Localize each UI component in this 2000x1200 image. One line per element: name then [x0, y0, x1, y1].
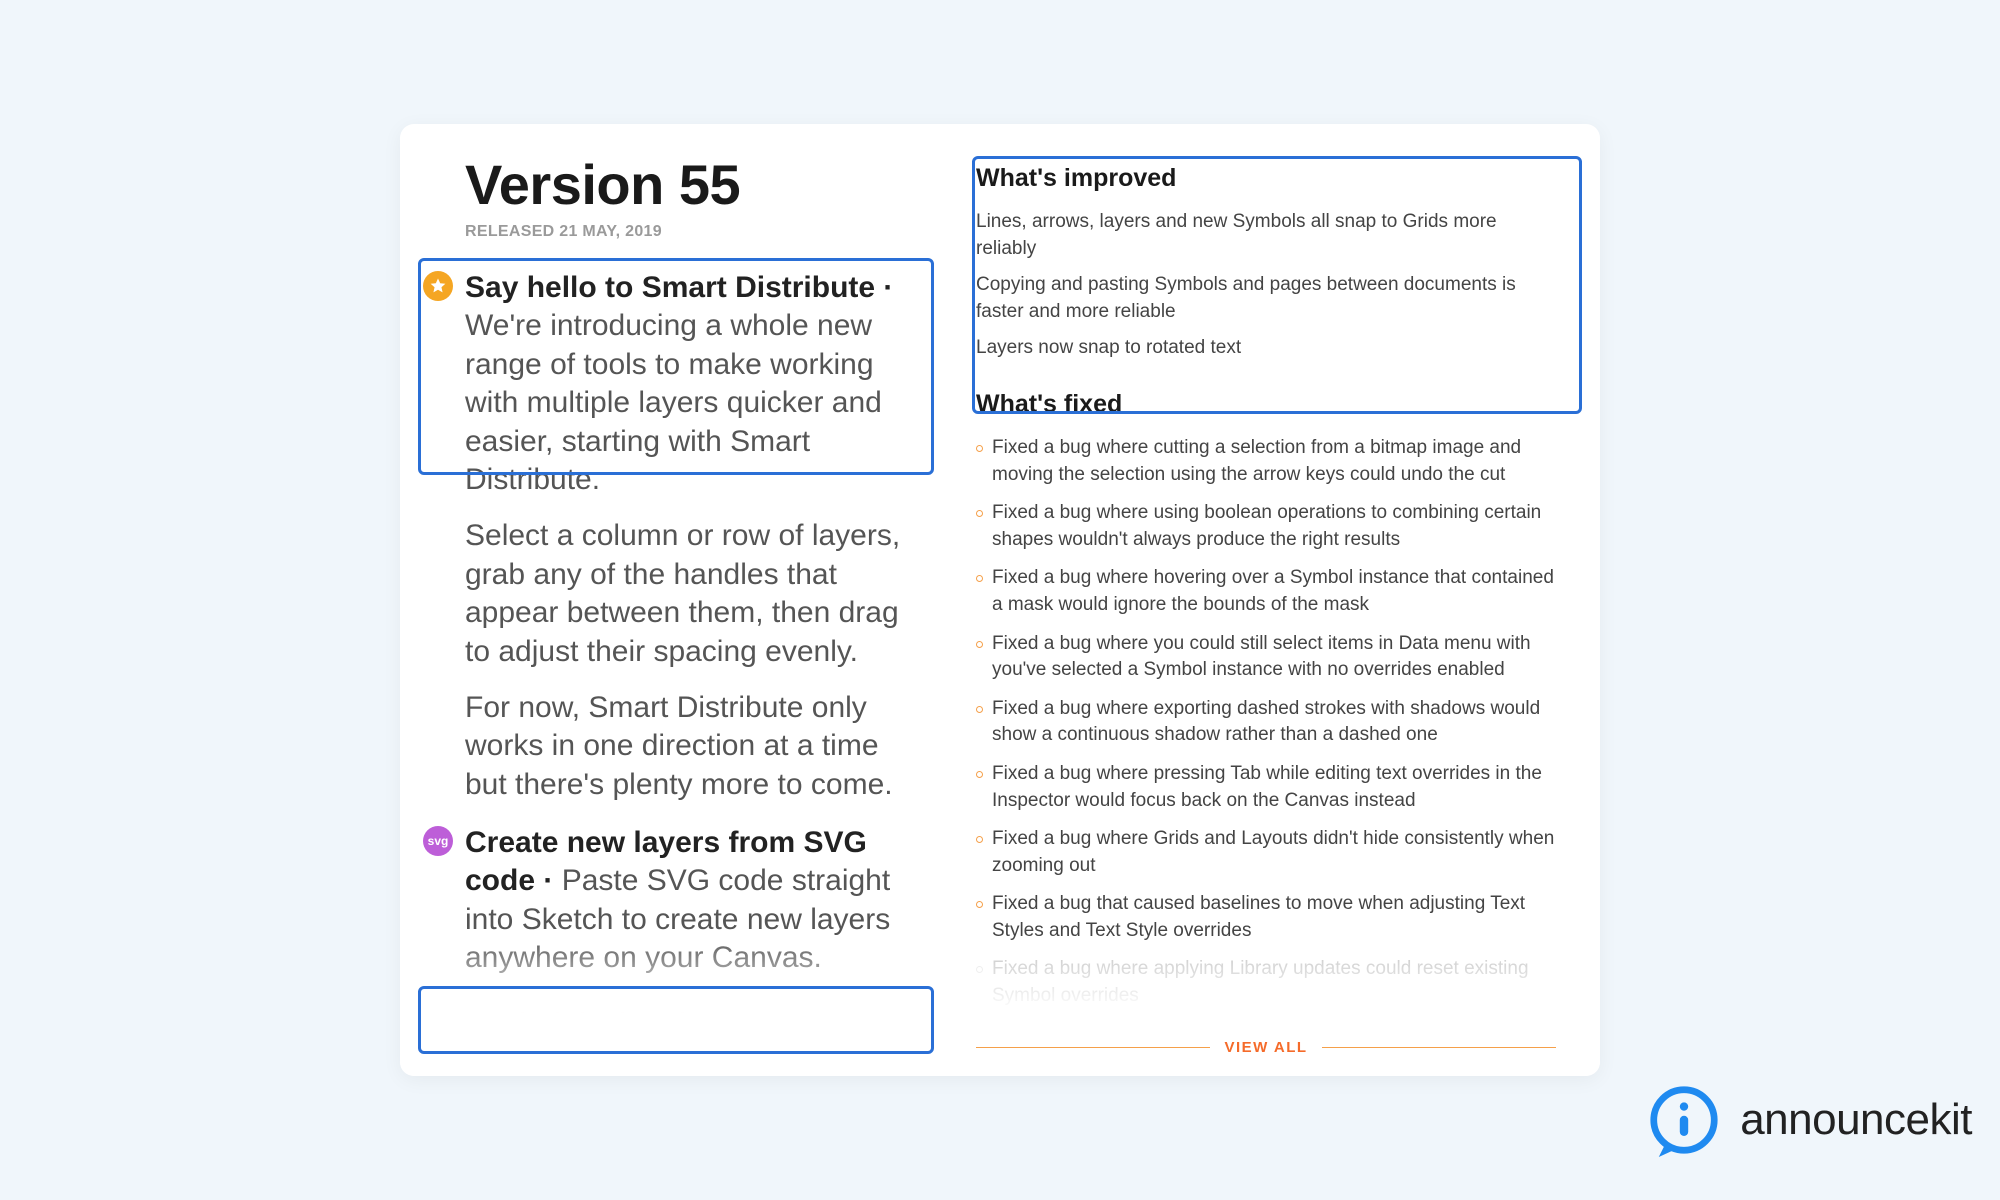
feature-smart-distribute: Say hello to Smart Distribute · We're in… — [465, 269, 925, 804]
list-item: Lines, arrows, layers and new Symbols al… — [976, 209, 1556, 262]
view-all-button[interactable]: VIEW ALL — [1224, 1039, 1307, 1056]
list-item: Fixed a bug where Grids and Layouts didn… — [976, 826, 1556, 879]
feature-body: We're introducing a whole new range of t… — [465, 309, 882, 496]
list-item: Copying and pasting Symbols and pages be… — [976, 272, 1556, 325]
list-item: Fixed a bug where applying Library updat… — [976, 956, 1556, 1009]
list-item: Fixed a bug where hovering over a Symbol… — [976, 565, 1556, 618]
feature-title: Say hello to Smart Distribute · — [465, 271, 893, 304]
download-block: Download Sketch Version 55 Requires macO… — [465, 1010, 925, 1055]
feature-paragraph: For now, Smart Distribute only works in … — [465, 689, 925, 804]
version-title: Version 55 — [465, 152, 925, 217]
view-all-bar: VIEW ALL — [976, 1039, 1556, 1056]
divider-line — [1322, 1047, 1556, 1048]
list-item: Fixed a bug where you could still select… — [976, 631, 1556, 684]
list-item: Fixed a bug where cutting a selection fr… — [976, 435, 1556, 488]
download-requirement: Requires macOS High Sierra (10.13.4) or … — [465, 1037, 925, 1055]
list-item: Fixed a bug where exporting dashed strok… — [976, 696, 1556, 749]
list-item: Fixed a bug that caused baselines to mov… — [976, 891, 1556, 944]
release-date: RELEASED 21 MAY, 2019 — [465, 223, 925, 241]
release-notes-card: Version 55 RELEASED 21 MAY, 2019 Say hel… — [400, 124, 1600, 1076]
right-column: What's improved Lines, arrows, layers an… — [976, 164, 1556, 1076]
feature-paragraph: Select a column or row of layers, grab a… — [465, 517, 925, 671]
fixed-heading: What's fixed — [976, 390, 1556, 419]
improved-list: Lines, arrows, layers and new Symbols al… — [976, 209, 1556, 362]
list-item: Fixed a bug where using boolean operatio… — [976, 500, 1556, 553]
star-icon — [423, 271, 453, 301]
brand-name: announcekit — [1740, 1095, 1972, 1145]
fixed-list: Fixed a bug where cutting a selection fr… — [976, 435, 1556, 1075]
announcekit-icon — [1642, 1078, 1726, 1162]
feature-svg-layers: svg Create new layers from SVG code · Pa… — [465, 824, 925, 978]
list-item: Layers now snap to rotated text — [976, 335, 1556, 362]
left-column: Version 55 RELEASED 21 MAY, 2019 Say hel… — [465, 152, 925, 1055]
divider-line — [976, 1047, 1210, 1048]
download-link[interactable]: Download Sketch Version 55 — [465, 1010, 925, 1033]
improved-heading: What's improved — [976, 164, 1556, 193]
svg-badge-icon: svg — [423, 826, 453, 856]
list-item: Fixed a bug where pressing Tab while edi… — [976, 761, 1556, 814]
brand-logo: announcekit — [1642, 1078, 1972, 1162]
